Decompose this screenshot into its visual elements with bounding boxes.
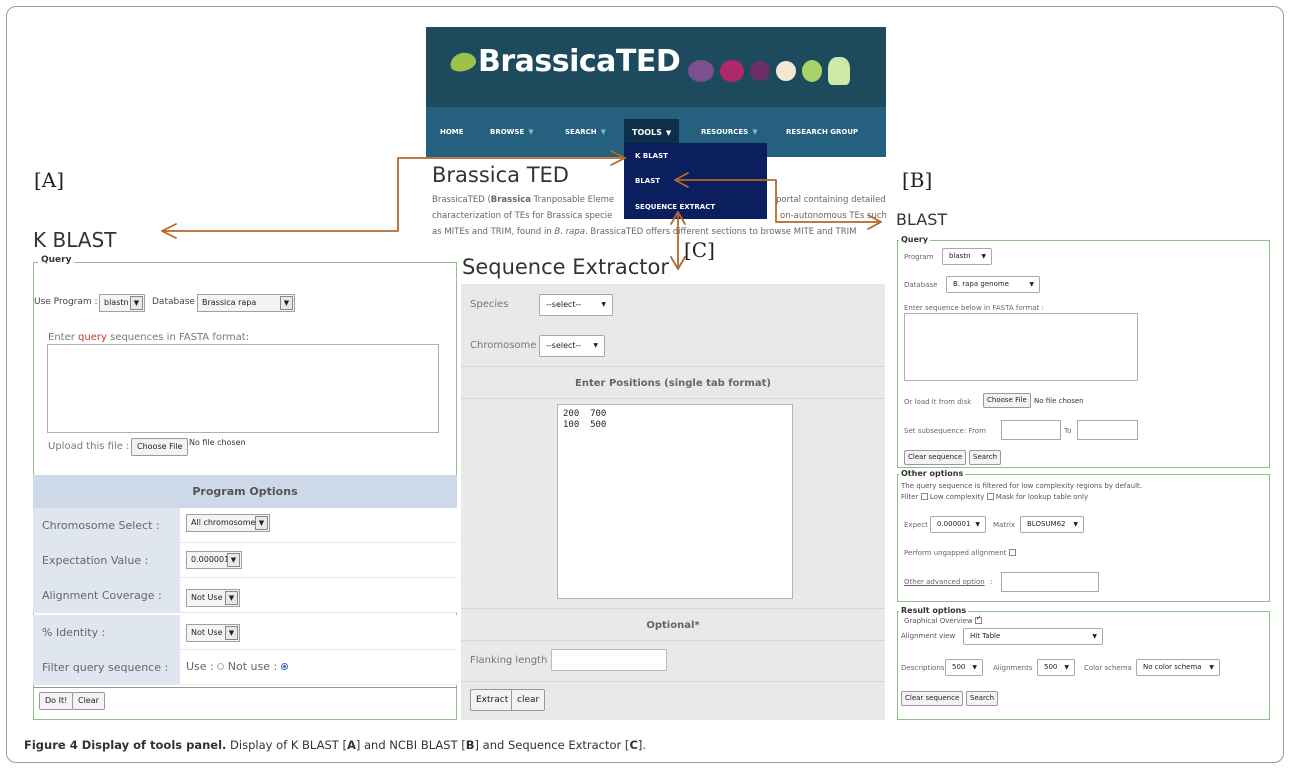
connector-arrows: [161, 150, 882, 270]
caption-text: ].: [637, 738, 647, 752]
caption-b: B: [465, 738, 475, 752]
caption-text: ] and Sequence Extractor [: [474, 738, 630, 752]
figure-caption: Figure 4 Display of tools panel. Display…: [24, 738, 646, 752]
arrow-kblast-connector: [161, 157, 626, 232]
caption-text: ] and NCBI BLAST [: [355, 738, 466, 752]
caption-c: C: [629, 738, 638, 752]
arrow-blast-connector: [674, 179, 882, 223]
caption-text: Display of K BLAST [: [226, 738, 347, 752]
caption-title: Figure 4 Display of tools panel.: [24, 738, 227, 752]
caption-a: A: [346, 738, 356, 752]
